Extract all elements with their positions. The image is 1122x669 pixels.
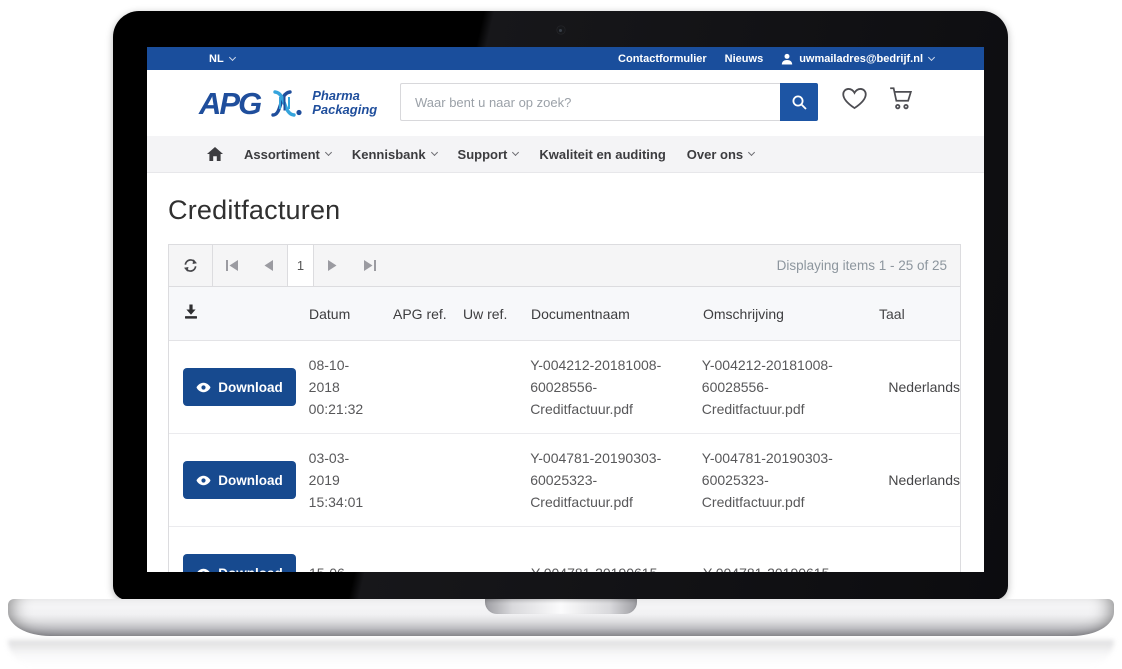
table-row: Download 08-10-2018 00:21:32 Y-004212-20… <box>169 341 960 434</box>
chevron-down-icon <box>325 149 332 156</box>
news-link[interactable]: Nieuws <box>725 53 764 65</box>
heart-icon <box>841 86 868 111</box>
cell-omschrijving: Y-004781-20190615- <box>703 562 871 572</box>
cell-documentnaam: Y-004212-20181008-60028556-Creditfactuur… <box>530 354 702 420</box>
language-label: NL <box>209 53 224 65</box>
column-header-omschrijving[interactable]: Omschrijving <box>703 306 871 322</box>
chevron-down-icon <box>229 53 236 60</box>
download-label: Download <box>218 473 283 488</box>
column-header-documentnaam[interactable]: Documentnaam <box>531 306 703 322</box>
table-row: Download 15-06- Y-004781-20190615- Y-004… <box>169 527 960 572</box>
page-title: Creditfacturen <box>168 195 961 226</box>
contact-link[interactable]: Contactformulier <box>618 53 707 65</box>
nav-item-kwaliteit[interactable]: Kwaliteit en auditing <box>539 147 665 162</box>
page-number[interactable]: 1 <box>287 245 314 286</box>
refresh-button[interactable] <box>169 245 213 286</box>
nav-item-assortiment[interactable]: Assortiment <box>244 147 331 162</box>
page-content: Creditfacturen <box>147 195 984 572</box>
chevron-down-icon <box>431 149 438 156</box>
refresh-icon <box>182 257 199 274</box>
prev-page-icon <box>264 260 273 271</box>
chevron-down-icon <box>748 149 755 156</box>
home-icon <box>207 147 223 161</box>
column-header-datum[interactable]: Datum <box>309 306 393 322</box>
table-row: Download 03-03-2019 15:34:01 Y-004781-20… <box>169 434 960 527</box>
search-icon <box>791 94 808 111</box>
first-page-button[interactable] <box>213 245 250 286</box>
download-button[interactable]: Download <box>183 554 296 572</box>
cell-omschrijving: Y-004212-20181008-60028556-Creditfactuur… <box>702 354 870 420</box>
documents-table: 1 Display <box>168 244 961 572</box>
cell-datum: 08-10-2018 00:21:32 <box>309 354 393 420</box>
site-header: APG Pharma Packaging <box>147 70 984 136</box>
cell-taal: Nederlands <box>869 469 960 491</box>
last-page-button[interactable] <box>351 245 388 286</box>
chevron-down-icon <box>512 149 519 156</box>
download-label: Download <box>218 566 283 573</box>
laptop-base <box>8 599 1114 636</box>
nav-item-support[interactable]: Support <box>458 147 519 162</box>
column-header-uw-ref[interactable]: Uw ref. <box>463 306 531 322</box>
eye-icon <box>196 382 211 393</box>
eye-icon <box>196 568 211 573</box>
last-page-icon <box>364 260 376 271</box>
pager: 1 <box>213 245 388 286</box>
search-input[interactable] <box>400 83 780 121</box>
prev-page-button[interactable] <box>250 245 287 286</box>
screen-display: NL Contactformulier Nieuws uwmailadres@b… <box>147 47 984 572</box>
download-button[interactable]: Download <box>183 461 296 499</box>
logo-tagline-1: Pharma <box>312 89 377 103</box>
download-button[interactable]: Download <box>183 368 296 406</box>
cell-omschrijving: Y-004781-20190303-60025323-Creditfactuur… <box>702 447 870 513</box>
first-page-icon <box>226 260 238 271</box>
table-toolbar: 1 Display <box>169 245 960 287</box>
eye-icon <box>196 475 211 486</box>
cell-documentnaam: Y-004781-20190615- <box>531 562 703 572</box>
account-email: uwmailadres@bedrijf.nl <box>799 53 923 65</box>
logo-tagline-2: Packaging <box>312 103 377 117</box>
column-header-apg-ref[interactable]: APG ref. <box>393 306 463 322</box>
next-page-icon <box>328 260 337 271</box>
paging-status: Displaying items 1 - 25 of 25 <box>777 245 960 286</box>
cart-button[interactable] <box>888 86 914 111</box>
logo[interactable]: APG Pharma Packaging <box>199 87 377 119</box>
account-menu[interactable]: uwmailadres@bedrijf.nl <box>781 53 934 65</box>
laptop-screen-bezel: NL Contactformulier Nieuws uwmailadres@b… <box>113 11 1008 600</box>
home-button[interactable] <box>207 147 223 161</box>
laptop-reflection <box>8 640 1114 666</box>
nav-label: Assortiment <box>244 147 320 162</box>
nav-label: Kwaliteit en auditing <box>539 147 665 162</box>
nav-item-kennisbank[interactable]: Kennisbank <box>352 147 437 162</box>
download-all-header[interactable] <box>169 304 309 323</box>
cart-icon <box>888 86 914 111</box>
topbar: NL Contactformulier Nieuws uwmailadres@b… <box>147 47 984 70</box>
nav-label: Support <box>458 147 508 162</box>
cell-datum: 03-03-2019 15:34:01 <box>309 447 393 513</box>
user-icon <box>781 53 793 65</box>
nav-item-over-ons[interactable]: Over ons <box>687 147 754 162</box>
language-selector[interactable]: NL <box>209 53 235 65</box>
laptop-lid-notch <box>485 599 637 614</box>
search-bar <box>400 83 818 121</box>
cell-datum: 15-06- <box>309 562 393 572</box>
dna-helix-icon <box>266 87 308 119</box>
nav-label: Over ons <box>687 147 743 162</box>
webcam-dot <box>557 26 565 34</box>
nav-label: Kennisbank <box>352 147 426 162</box>
cell-taal: Nederlands <box>869 376 960 398</box>
next-page-button[interactable] <box>314 245 351 286</box>
logo-text: APG <box>199 88 260 119</box>
laptop-mockup: NL Contactformulier Nieuws uwmailadres@b… <box>0 0 1122 669</box>
download-icon <box>183 304 199 320</box>
column-header-taal[interactable]: Taal <box>871 306 960 322</box>
wishlist-button[interactable] <box>841 86 868 111</box>
main-nav: Assortiment Kennisbank Support Kwaliteit… <box>147 136 984 173</box>
download-label: Download <box>218 380 283 395</box>
cell-documentnaam: Y-004781-20190303-60025323-Creditfactuur… <box>530 447 702 513</box>
header-icons <box>841 86 914 111</box>
chevron-down-icon <box>928 53 935 60</box>
table-header-row: Datum APG ref. Uw ref. Documentnaam Omsc… <box>169 287 960 341</box>
search-button[interactable] <box>780 83 818 121</box>
